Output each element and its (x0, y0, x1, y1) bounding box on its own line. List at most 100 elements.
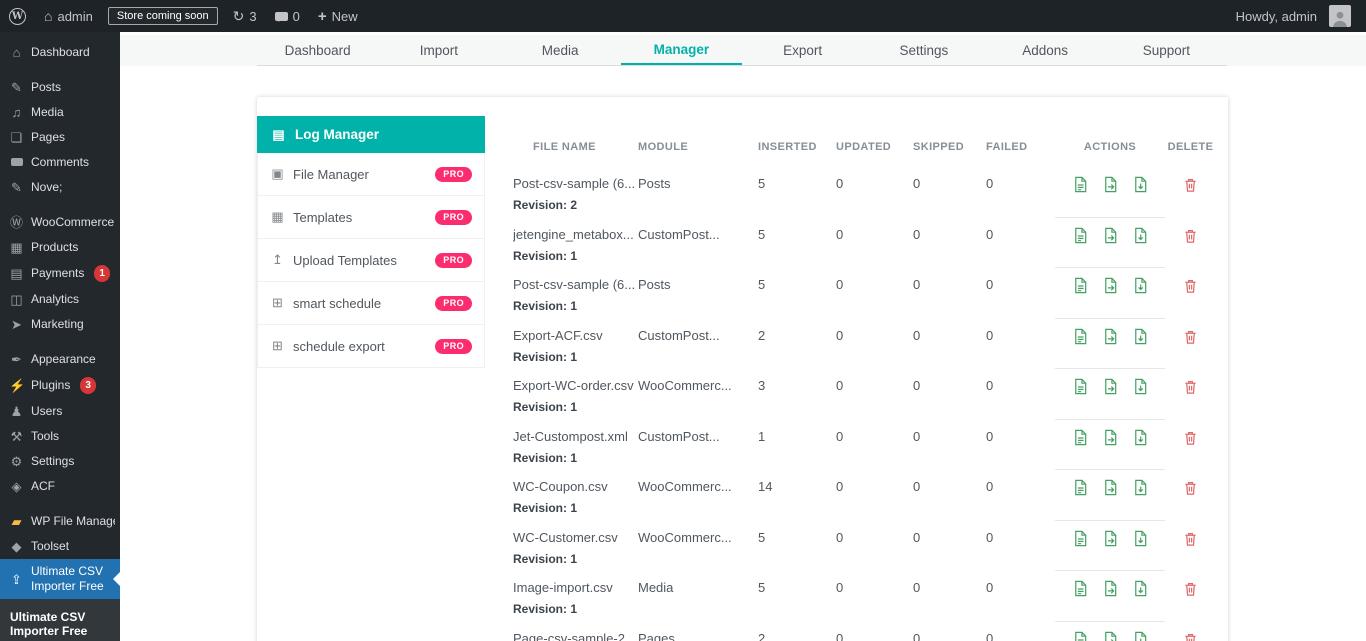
download-log-icon[interactable] (1102, 378, 1119, 395)
panel-item[interactable]: ⊞ schedule export PRO (257, 325, 485, 368)
download-file-icon[interactable] (1132, 631, 1149, 641)
plugin-tab[interactable]: Support (1106, 35, 1227, 65)
download-log-icon[interactable] (1102, 328, 1119, 345)
delete-icon[interactable] (1183, 632, 1198, 641)
comments-icon (11, 158, 23, 166)
sidebar-item[interactable]: ◆ Toolset (0, 534, 120, 559)
view-log-icon[interactable] (1072, 530, 1089, 547)
sidebar-item[interactable]: ♟ Users (0, 399, 120, 424)
tab-label: Import (420, 43, 458, 58)
delete-icon[interactable] (1183, 480, 1198, 496)
view-log-icon[interactable] (1072, 328, 1089, 345)
sidebar-item[interactable]: Comments (0, 150, 120, 175)
download-log-icon[interactable] (1102, 429, 1119, 446)
site-name-menu[interactable]: ⌂ admin (35, 0, 102, 32)
sidebar-item[interactable]: ♫ Media (0, 100, 120, 125)
download-file-icon[interactable] (1132, 277, 1149, 294)
header-inserted: INSERTED (758, 141, 836, 153)
log-manager-icon: ▤ (271, 127, 286, 143)
log-manager-item[interactable]: ▤ Log Manager (257, 116, 485, 153)
sidebar-item[interactable]: ❏ Pages (0, 125, 120, 150)
plugin-tab[interactable]: Import (378, 35, 499, 65)
delete-icon[interactable] (1183, 430, 1198, 446)
revision-line: Revision: 1 (513, 601, 638, 617)
panel-item[interactable]: ▣ File Manager PRO (257, 153, 485, 196)
sidebar-item[interactable]: ⇪ Ultimate CSV Importer Free (0, 559, 120, 599)
view-log-icon[interactable] (1072, 176, 1089, 193)
delete-icon[interactable] (1183, 379, 1198, 395)
sidebar-item[interactable]: ⚡ Plugins 3 (0, 372, 120, 399)
view-log-icon[interactable] (1072, 479, 1089, 496)
view-log-icon[interactable] (1072, 277, 1089, 294)
download-file-icon[interactable] (1132, 378, 1149, 395)
sidebar-item[interactable]: ✒ Appearance (0, 347, 120, 372)
sidebar-item[interactable]: ⚒ Tools (0, 424, 120, 449)
submenu-item-current[interactable]: Ultimate CSV Importer Free (0, 605, 120, 641)
panel-item[interactable]: ↥ Upload Templates PRO (257, 239, 485, 282)
download-file-icon[interactable] (1132, 580, 1149, 597)
delete-icon[interactable] (1183, 581, 1198, 597)
updated-cell: 0 (836, 529, 913, 572)
view-log-icon[interactable] (1072, 227, 1089, 244)
download-log-icon[interactable] (1102, 176, 1119, 193)
panel-item[interactable]: ▦ Templates PRO (257, 196, 485, 239)
download-file-icon[interactable] (1132, 479, 1149, 496)
inserted-cell: 2 (758, 630, 836, 641)
sidebar-item[interactable]: ▤ Payments 1 (0, 260, 120, 287)
plugin-tab[interactable]: Manager (621, 35, 742, 65)
sidebar-item[interactable]: ▰ WP File Manager (0, 509, 120, 534)
table-row: jetengine_metabox... Revision: 1 CustomP… (505, 218, 1216, 269)
sidebar-item[interactable]: ✎ Posts (0, 75, 120, 100)
download-file-icon[interactable] (1132, 328, 1149, 345)
new-content-button[interactable]: + New (309, 0, 367, 32)
comments-button[interactable]: 0 (266, 0, 309, 32)
inserted-cell: 5 (758, 175, 836, 218)
view-log-icon[interactable] (1072, 378, 1089, 395)
download-log-icon[interactable] (1102, 227, 1119, 244)
sidebar-item[interactable]: ▦ Products (0, 235, 120, 260)
sidebar-item[interactable]: ◈ ACF (0, 474, 120, 499)
view-log-icon[interactable] (1072, 580, 1089, 597)
failed-cell: 0 (986, 529, 1055, 572)
avatar (1329, 5, 1351, 27)
panel-item-label: File Manager (293, 167, 369, 182)
download-file-icon[interactable] (1132, 530, 1149, 547)
module-cell: Posts (638, 276, 758, 319)
csv-importer-icon: ⇪ (9, 572, 24, 587)
download-log-icon[interactable] (1102, 277, 1119, 294)
revision-line: Revision: 2 (513, 197, 638, 213)
view-log-icon[interactable] (1072, 429, 1089, 446)
panel-item[interactable]: ⊞ smart schedule PRO (257, 282, 485, 325)
download-file-icon[interactable] (1132, 227, 1149, 244)
sidebar-item[interactable]: ◫ Analytics (0, 287, 120, 312)
sidebar-item[interactable]: Ⓦ WooCommerce (0, 210, 120, 235)
inserted-cell: 1 (758, 428, 836, 471)
updated-cell: 0 (836, 630, 913, 641)
store-coming-soon-badge[interactable]: Store coming soon (108, 7, 218, 25)
download-log-icon[interactable] (1102, 530, 1119, 547)
plugin-tab[interactable]: Settings (863, 35, 984, 65)
plugin-tab[interactable]: Export (742, 35, 863, 65)
wordpress-menu[interactable]: W (0, 0, 35, 32)
sidebar-item[interactable]: ✎ Nove; (0, 175, 120, 200)
view-log-icon[interactable] (1072, 631, 1089, 641)
my-account-menu[interactable]: Howdy, admin (1227, 0, 1360, 32)
delete-icon[interactable] (1183, 329, 1198, 345)
updated-cell: 0 (836, 175, 913, 218)
delete-icon[interactable] (1183, 531, 1198, 547)
sidebar-item[interactable]: ⚙ Settings (0, 449, 120, 474)
sidebar-item[interactable]: ⌂ Dashboard (0, 40, 120, 65)
plugin-tab[interactable]: Media (500, 35, 621, 65)
download-log-icon[interactable] (1102, 580, 1119, 597)
plugin-tab[interactable]: Addons (985, 35, 1106, 65)
download-file-icon[interactable] (1132, 176, 1149, 193)
delete-icon[interactable] (1183, 278, 1198, 294)
plugin-tab[interactable]: Dashboard (257, 35, 378, 65)
download-log-icon[interactable] (1102, 479, 1119, 496)
download-log-icon[interactable] (1102, 631, 1119, 641)
delete-icon[interactable] (1183, 228, 1198, 244)
download-file-icon[interactable] (1132, 429, 1149, 446)
delete-icon[interactable] (1183, 177, 1198, 193)
updates-button[interactable]: ↻ 3 (224, 0, 266, 32)
sidebar-item[interactable]: ➤ Marketing (0, 312, 120, 337)
